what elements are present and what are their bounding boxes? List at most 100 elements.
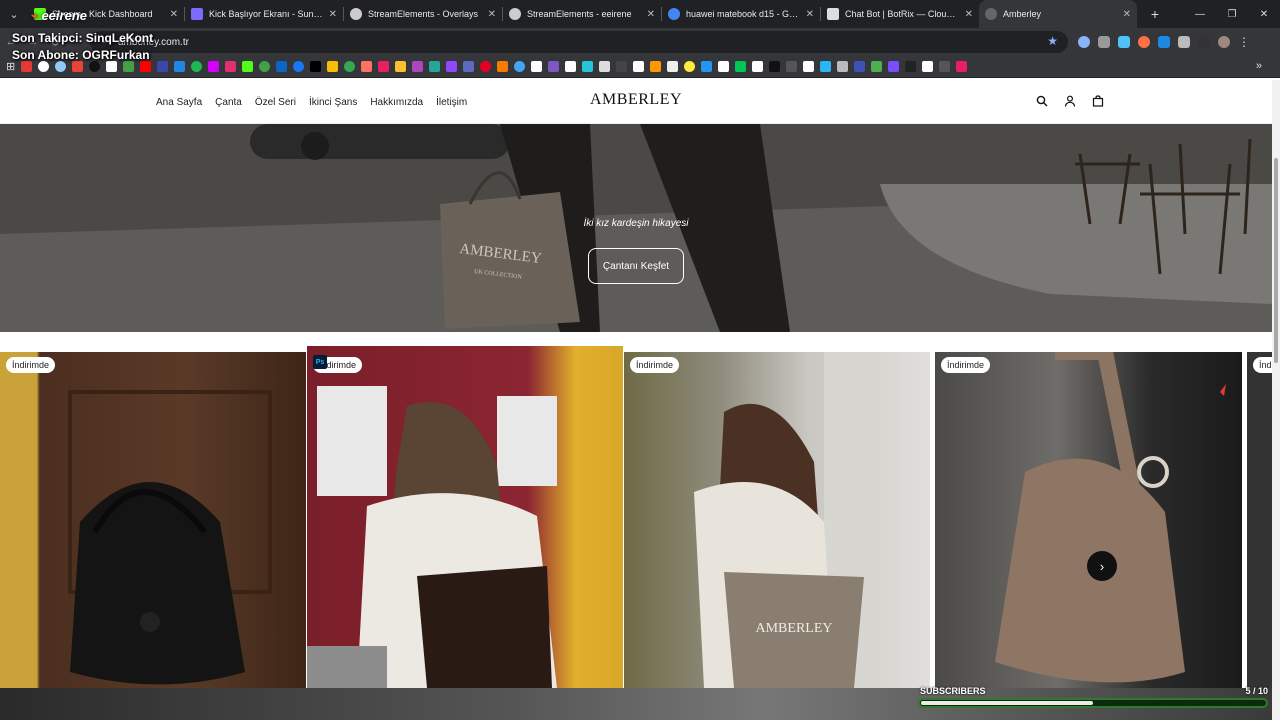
- bookmark-icon[interactable]: [497, 61, 509, 72]
- bookmark-icon[interactable]: [531, 61, 543, 72]
- chart-icon[interactable]: [650, 61, 662, 72]
- more-bookmarks-icon[interactable]: »: [1256, 60, 1262, 72]
- spotify-icon[interactable]: [191, 61, 203, 72]
- twitch-icon[interactable]: [446, 61, 458, 72]
- bookmark-icon[interactable]: [565, 61, 577, 72]
- figma-icon[interactable]: [361, 61, 373, 72]
- bag-print-text: AMBERLEY: [756, 621, 833, 636]
- bookmark-icon[interactable]: [786, 61, 798, 72]
- extension-icon[interactable]: [1158, 36, 1170, 48]
- product-card[interactable]: İndirimde: [0, 352, 306, 688]
- bookmark-icon[interactable]: [735, 61, 747, 72]
- bookmark-icon[interactable]: [752, 61, 764, 72]
- notion-icon[interactable]: [803, 61, 815, 72]
- bookmark-icon[interactable]: [378, 61, 390, 72]
- restore-icon[interactable]: ❐: [1216, 9, 1248, 20]
- bookmark-icon[interactable]: [922, 61, 934, 72]
- tab-streamelements-eeirene[interactable]: StreamElements - eeirene ✕: [503, 0, 661, 28]
- close-tab-icon[interactable]: ✕: [170, 9, 178, 20]
- bookmark-icon[interactable]: [684, 61, 696, 72]
- x-icon[interactable]: [310, 61, 322, 72]
- product-card[interactable]: AMBERLEY İndirimde: [624, 352, 930, 688]
- slides-favicon-icon: [191, 8, 203, 20]
- carousel-next-button[interactable]: ›: [1087, 551, 1117, 581]
- close-tab-icon[interactable]: ✕: [488, 9, 496, 20]
- bookmark-icon[interactable]: [701, 61, 713, 72]
- bookmark-star-icon[interactable]: ★: [1047, 34, 1058, 48]
- bookmark-icon[interactable]: [174, 61, 186, 72]
- close-window-icon[interactable]: ✕: [1248, 9, 1280, 20]
- product-card[interactable]: İndi: [1247, 352, 1272, 688]
- bookmark-icon[interactable]: [429, 61, 441, 72]
- tab-botrix[interactable]: Chat Bot | BotRix — Cloud Stre ✕: [821, 0, 979, 28]
- product-card[interactable]: İndirimde: [935, 352, 1242, 688]
- extensions-row: ⋮: [1078, 28, 1250, 56]
- close-tab-icon[interactable]: ✕: [329, 9, 337, 20]
- close-tab-icon[interactable]: ✕: [647, 9, 655, 20]
- bookmark-icon[interactable]: [769, 61, 781, 72]
- discover-bag-button[interactable]: Çantanı Keşfet: [588, 248, 684, 284]
- bookmark-icon[interactable]: [514, 61, 526, 72]
- close-tab-icon[interactable]: ✕: [806, 9, 814, 20]
- bookmark-icon[interactable]: [939, 61, 951, 72]
- tab-title: Chat Bot | BotRix — Cloud Stre: [845, 9, 959, 19]
- bookmark-icon[interactable]: [837, 61, 849, 72]
- bookmark-icon[interactable]: [208, 61, 220, 72]
- bookmark-icon[interactable]: [157, 61, 169, 72]
- profile-avatar[interactable]: [1218, 36, 1230, 48]
- bookmark-icon[interactable]: [344, 61, 356, 72]
- bookmark-icon[interactable]: [820, 61, 832, 72]
- bookmark-icon[interactable]: [888, 61, 900, 72]
- amberley-favicon-icon: [985, 8, 997, 20]
- sale-badge: İndirimde: [941, 357, 991, 373]
- facebook-icon[interactable]: [293, 61, 305, 72]
- close-tab-icon[interactable]: ✕: [965, 9, 973, 20]
- bookmark-icon[interactable]: [395, 61, 407, 72]
- extension-icon[interactable]: [1138, 36, 1150, 48]
- bookmark-icon[interactable]: [854, 61, 866, 72]
- bookmark-icon[interactable]: [463, 61, 475, 72]
- botrix-favicon-icon: [827, 8, 839, 20]
- bookmark-icon[interactable]: [259, 61, 271, 72]
- pinterest-icon[interactable]: [480, 61, 492, 72]
- instagram-icon[interactable]: [225, 61, 237, 72]
- bookmark-icon[interactable]: [871, 61, 883, 72]
- tab-amberley[interactable]: Amberley ✕: [979, 0, 1137, 28]
- bookmark-icon[interactable]: [633, 61, 645, 72]
- minimize-icon[interactable]: —: [1184, 9, 1216, 20]
- extension-icon[interactable]: [1078, 36, 1090, 48]
- linkedin-icon[interactable]: [276, 61, 288, 72]
- bookmark-icon[interactable]: [667, 61, 679, 72]
- bookmark-icon[interactable]: [616, 61, 628, 72]
- address-bar[interactable]: ⊶ amberley.com.tr ★: [90, 31, 1068, 53]
- page-scrollbar[interactable]: [1272, 80, 1280, 720]
- tab-google-search[interactable]: huawei matebook d15 - Googl ✕: [662, 0, 820, 28]
- search-icon[interactable]: [1036, 94, 1048, 107]
- drive-icon[interactable]: [327, 61, 339, 72]
- browser-menu-icon[interactable]: ⋮: [1238, 35, 1250, 49]
- bookmark-icon[interactable]: [582, 61, 594, 72]
- product-image: [995, 352, 1226, 683]
- bookmark-icon[interactable]: [956, 61, 968, 72]
- tab-kick-baslangic[interactable]: Kick Başlıyor Ekranı - Sunum ✕: [185, 0, 343, 28]
- tab-title: StreamElements - eeirene: [527, 9, 632, 19]
- bookmark-icon[interactable]: [599, 61, 611, 72]
- site-header: Ana Sayfa Çanta Özel Seri İkinci Şans Ha…: [0, 80, 1280, 124]
- tab-streamelements-overlays[interactable]: StreamElements - Overlays ✕: [344, 0, 502, 28]
- product-image: [307, 386, 557, 688]
- account-icon[interactable]: [1064, 94, 1076, 107]
- cart-icon[interactable]: [1092, 94, 1104, 107]
- extension-icon[interactable]: [1118, 36, 1130, 48]
- kick-icon[interactable]: [242, 61, 254, 72]
- new-tab-icon[interactable]: +: [1145, 6, 1165, 22]
- extension-icon[interactable]: [1098, 36, 1110, 48]
- puzzle-icon[interactable]: [1178, 36, 1190, 48]
- bookmark-icon[interactable]: [412, 61, 424, 72]
- product-card[interactable]: İndirimde Ps: [307, 346, 623, 688]
- scrollbar-thumb[interactable]: [1274, 158, 1278, 363]
- bookmark-icon[interactable]: [718, 61, 730, 72]
- tab-search-icon[interactable]: ⌄: [0, 0, 28, 28]
- close-tab-icon[interactable]: ✕: [1123, 9, 1131, 20]
- bookmark-icon[interactable]: [548, 61, 560, 72]
- bookmark-icon[interactable]: [905, 61, 917, 72]
